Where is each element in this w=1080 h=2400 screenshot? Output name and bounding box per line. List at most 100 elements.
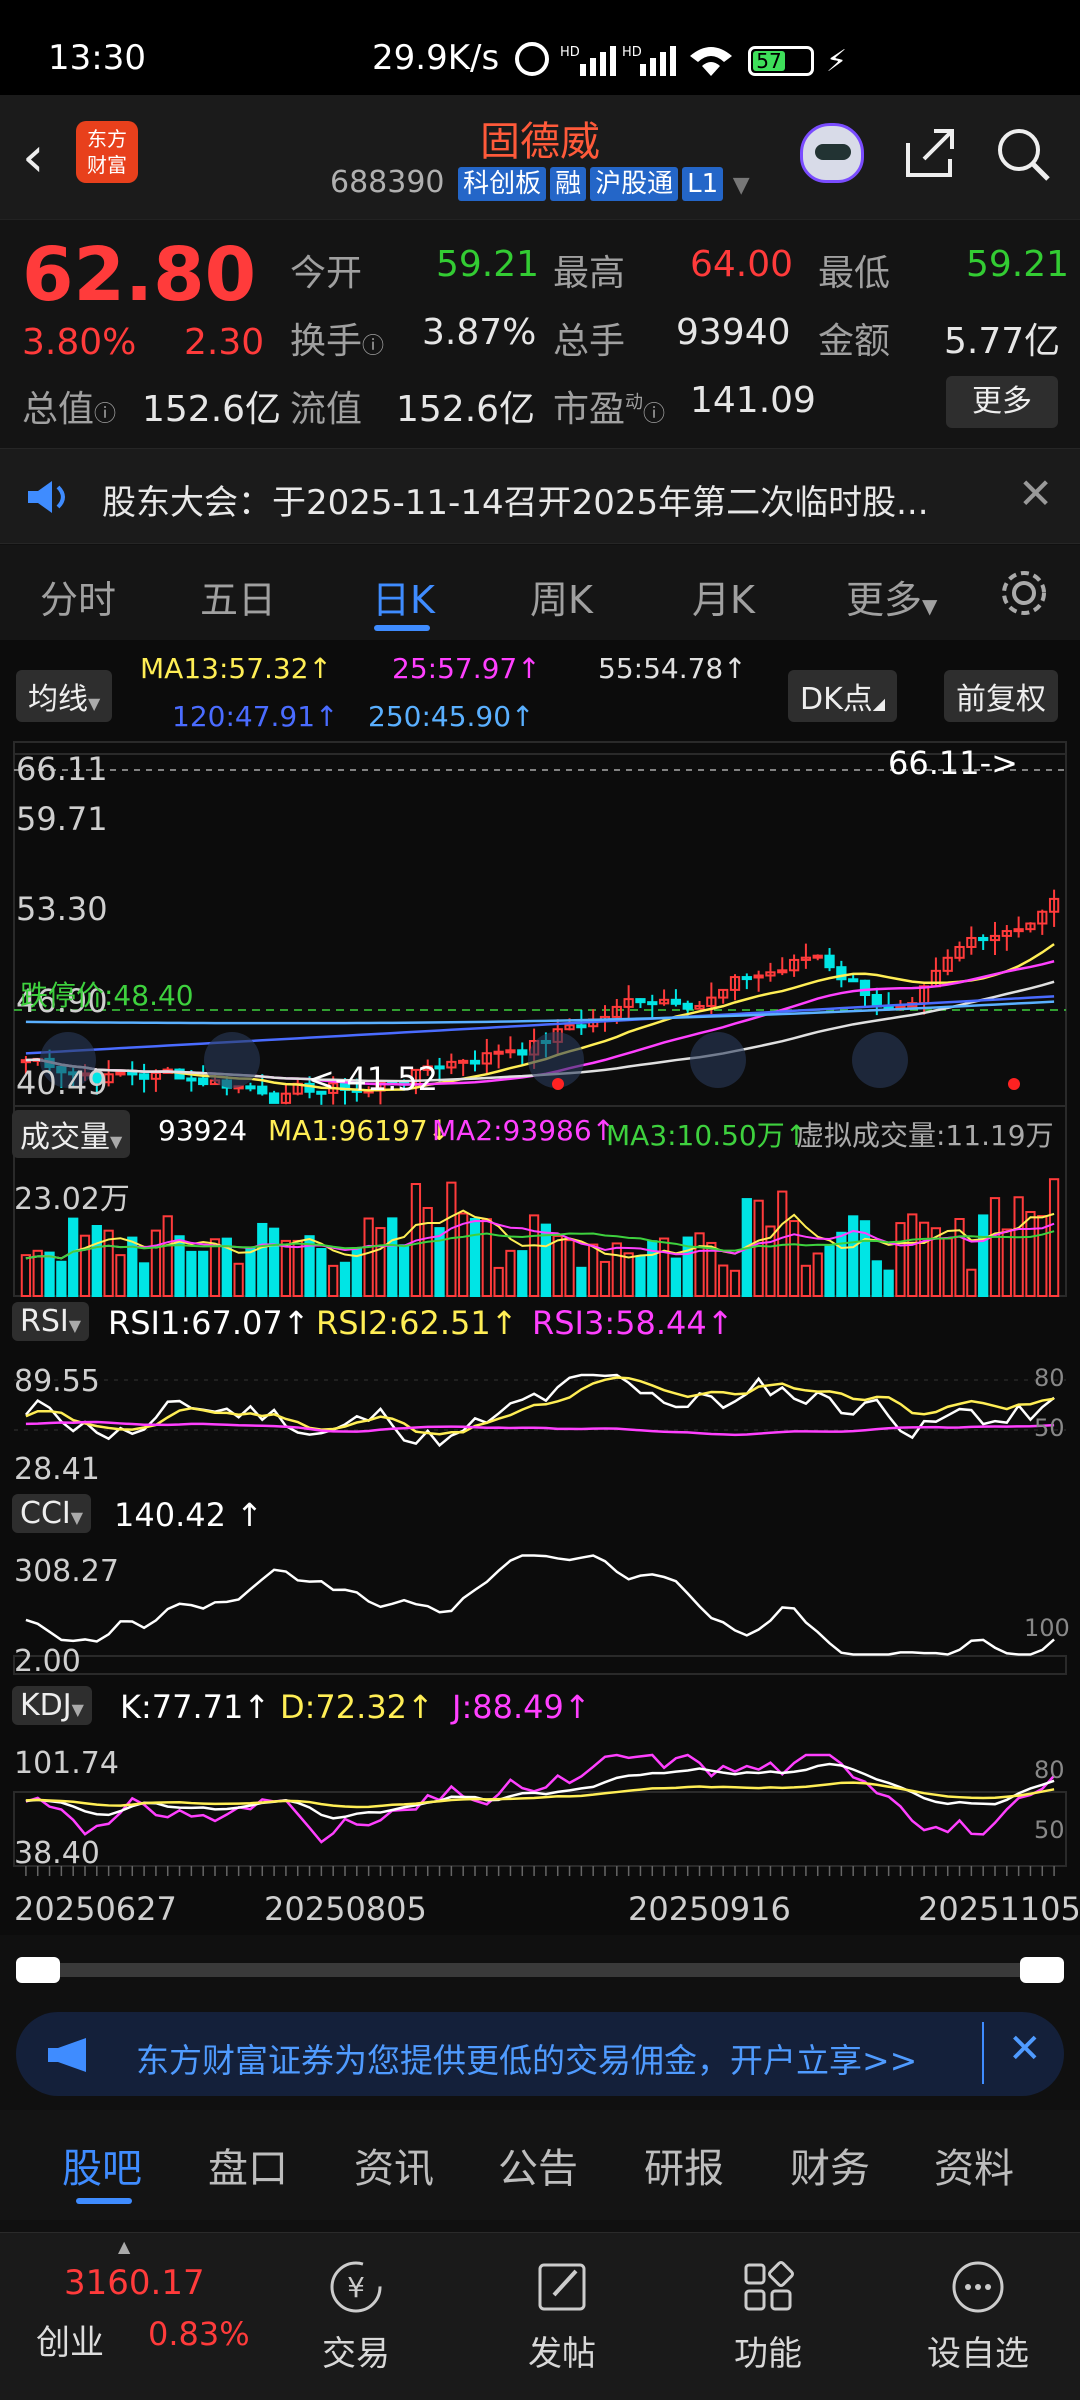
rsi1-label: RSI1:67.07↑ [108, 1304, 310, 1342]
adjust-price-button[interactable]: 前复权 [944, 670, 1058, 722]
volume-bar [268, 1227, 280, 1297]
tab-news[interactable]: 资讯 [354, 2136, 434, 2194]
notice-bar[interactable]: 股东大会：于2025-11-14召开2025年第二次临时股... ✕ [0, 448, 1080, 544]
volume-bar [907, 1213, 918, 1298]
tab-daily[interactable]: 日K [372, 569, 435, 624]
charging-icon: ⚡ [826, 44, 848, 79]
tab-finance[interactable]: 财务 [790, 2136, 870, 2194]
post-label: 发帖 [528, 2334, 596, 2374]
kdj-j-label: J:88.49↑ [452, 1688, 591, 1726]
network-speed: 29.9K/s [372, 38, 500, 78]
volume-bar [517, 1250, 528, 1298]
index-change: 0.83% [148, 2315, 250, 2353]
min-price-marker: <-41.52 [308, 1060, 438, 1098]
battery-icon: 57 [748, 46, 814, 76]
function-button[interactable]: 功能 [698, 2233, 838, 2375]
index-name[interactable]: 创业 [36, 2315, 104, 2364]
y-axis-3: 53.30 [16, 890, 108, 928]
volume-bar [623, 1252, 634, 1297]
ma250-label: 250:45.90↑ [368, 700, 535, 733]
vol-ma2: MA2:93986↑ [432, 1114, 616, 1147]
add-watchlist-button[interactable]: 设自选 [908, 2233, 1048, 2375]
vol-ma1: MA1:96197↓ [268, 1114, 452, 1147]
index-value[interactable]: 3160.17 [64, 2263, 205, 2303]
chevron-down-icon: ▼ [71, 1700, 84, 1719]
candle-body [753, 974, 764, 979]
post-button[interactable]: 发帖 [492, 2233, 632, 2375]
cci-axis-min: 2.00 [14, 1644, 81, 1679]
kline-chart-area[interactable]: 均线▼ MA13:57.32↑ 25:57.97↑ 55:54.78↑ 120:… [0, 640, 1080, 1935]
search-icon[interactable] [994, 125, 1052, 183]
volume-bar [481, 1218, 492, 1298]
rsi-selector[interactable]: RSI▼ [12, 1302, 90, 1341]
trade-button[interactable]: ¥ 交易 [286, 2233, 426, 2375]
signal-dot [552, 1078, 564, 1090]
volume-bar [658, 1237, 670, 1298]
ma55-label: 55:54.78↑ [598, 652, 747, 685]
chevron-up-icon: ▲ [118, 2237, 131, 2256]
stock-code-row[interactable]: 688390 科创板融沪股通 L1 ▼ [330, 165, 750, 201]
volume-bar [245, 1247, 256, 1298]
range-handle-right[interactable] [1020, 1957, 1064, 1983]
promo-banner[interactable]: 东方财富证券为您提供更低的交易佣金，开户立享>> ✕ [16, 2012, 1064, 2096]
range-handle-left[interactable] [16, 1957, 60, 1983]
grid-icon [744, 2261, 794, 2311]
megaphone-icon [48, 2038, 86, 2072]
tab-announcement[interactable]: 公告 [498, 2136, 578, 2194]
pe-label[interactable]: 市盈动ⓘ [553, 380, 665, 432]
mktcap-label[interactable]: 总值ⓘ [22, 380, 116, 432]
turnover-label[interactable]: 换手ⓘ [290, 312, 384, 364]
volume-bar [1013, 1196, 1024, 1298]
chart-range-scrollbar[interactable] [16, 1957, 1064, 1983]
cci-selector[interactable]: CCI▼ [12, 1494, 92, 1533]
tab-more[interactable]: 更多▼ [846, 569, 937, 624]
close-icon[interactable]: ✕ [1008, 2026, 1042, 2072]
dk-point-button[interactable]: DK点◢ [788, 670, 898, 722]
rsi2-label: RSI2:62.51↑ [316, 1304, 518, 1342]
volume-bar [115, 1254, 126, 1297]
volume-bar [564, 1239, 575, 1297]
ma-selector[interactable]: 均线▼ [16, 670, 113, 722]
y-axis-max: 66.11 [16, 750, 108, 788]
gear-icon[interactable] [998, 567, 1050, 619]
virtual-volume: 虚拟成交量:11.19万 [796, 1119, 1054, 1152]
share-icon[interactable] [902, 125, 958, 181]
kline-chart[interactable] [0, 640, 1080, 1935]
kdj-axis-min: 38.40 [14, 1836, 100, 1871]
ma13-label: MA13:57.32↑ [140, 652, 333, 685]
volume-bar [694, 1232, 705, 1297]
float-label: 流值 [290, 389, 363, 430]
max-price-marker: 66.11-> [888, 744, 1018, 782]
volume-bar [387, 1217, 398, 1297]
y-axis-min: 40.49 [16, 1064, 108, 1102]
tab-weekly[interactable]: 周K [530, 569, 593, 624]
stock-tag: 沪股通 [590, 167, 679, 201]
close-icon[interactable]: ✕ [1018, 469, 1053, 518]
chevron-down-icon: ▼ [70, 1508, 84, 1527]
volume-bar [316, 1248, 327, 1298]
candle-body [635, 998, 646, 1004]
volume-bar [883, 1269, 894, 1298]
volume-bar [339, 1261, 351, 1297]
candle-body [777, 969, 788, 974]
tab-intraday[interactable]: 分时 [40, 569, 116, 624]
tab-guba[interactable]: 股吧 [62, 2136, 142, 2194]
assistant-avatar[interactable] [800, 123, 864, 183]
more-button[interactable]: 更多 [946, 376, 1058, 428]
stock-header: ‹ 东方 财富 固德威 688390 科创板融沪股通 L1 ▼ [0, 95, 1080, 220]
kdj-d-label: D:72.32↑ [280, 1688, 434, 1726]
tab-monthly[interactable]: 月K [692, 569, 755, 624]
tab-research[interactable]: 研报 [644, 2136, 724, 2194]
volume-selector[interactable]: 成交量▼ [12, 1110, 131, 1158]
volume-bar [670, 1257, 682, 1297]
tab-profile[interactable]: 资料 [934, 2136, 1014, 2194]
tab-5day[interactable]: 五日 [200, 569, 276, 624]
kdj-selector[interactable]: KDJ▼ [12, 1686, 92, 1725]
cci-axis-max: 308.27 [14, 1554, 119, 1589]
tab-pankou[interactable]: 盘口 [208, 2136, 288, 2194]
mktcap-value: 152.6亿 [142, 389, 282, 430]
stock-tag: L1 [682, 167, 724, 201]
high-label: 最高 [553, 253, 626, 294]
pe-value: 141.09 [690, 380, 816, 421]
stock-code: 688390 [330, 165, 445, 200]
